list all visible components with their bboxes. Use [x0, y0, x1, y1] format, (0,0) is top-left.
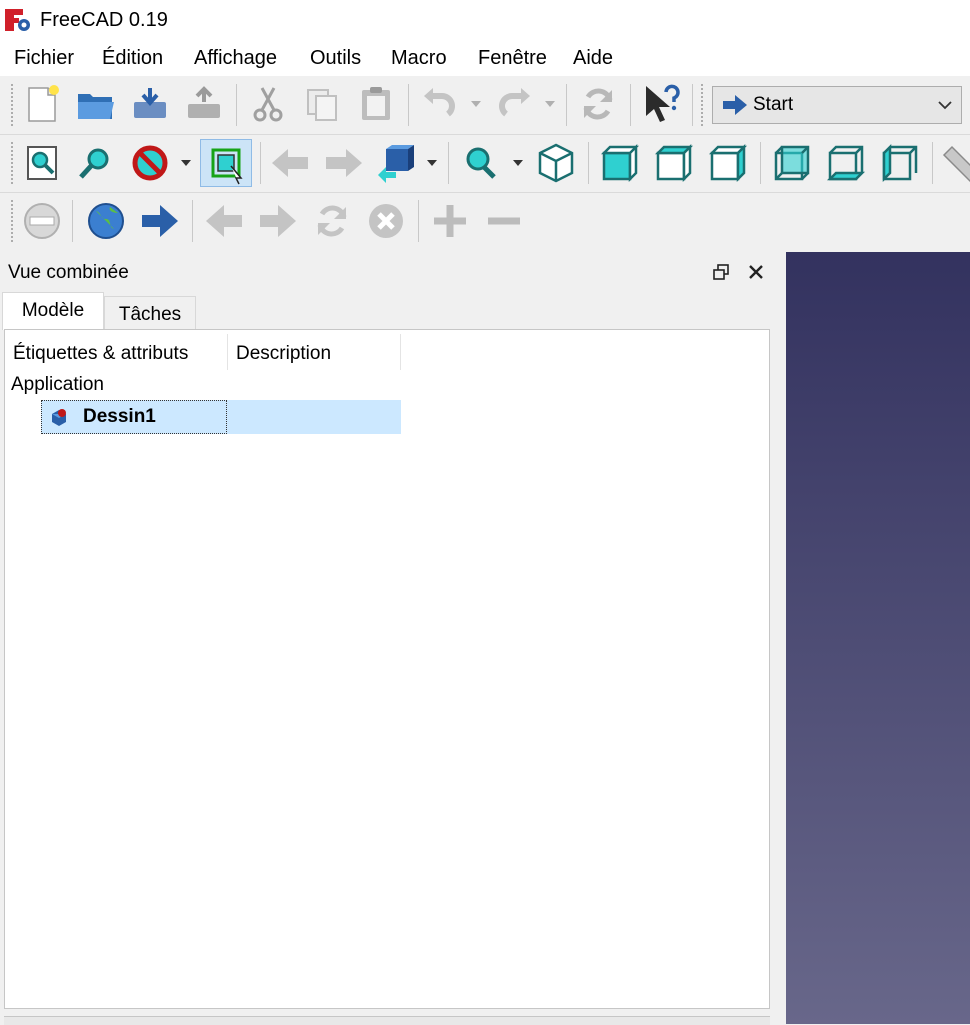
- toolbar-grip[interactable]: [10, 141, 14, 185]
- toolbar-separator: [408, 84, 409, 126]
- combo-view-tabs: Modèle Tâches: [0, 292, 778, 330]
- title-bar: FreeCAD 0.19: [0, 0, 970, 40]
- standard-views-dropdown-icon[interactable]: [426, 141, 438, 185]
- toolbar-separator: [72, 200, 73, 242]
- model-tree[interactable]: Étiquettes & attributs Description Appli…: [4, 329, 770, 1009]
- new-document-icon[interactable]: [20, 82, 64, 126]
- 3d-view-area[interactable]: [786, 252, 970, 1024]
- menu-fenetre[interactable]: Fenêtre: [476, 47, 549, 70]
- column-header-labels[interactable]: Étiquettes & attributs: [5, 334, 228, 370]
- view-bottom-icon[interactable]: [824, 141, 868, 185]
- refresh-icon[interactable]: [576, 82, 620, 126]
- view-right-icon[interactable]: [706, 141, 750, 185]
- web-stop-icon[interactable]: [364, 199, 408, 243]
- web-refresh-icon[interactable]: [310, 199, 354, 243]
- menu-outils[interactable]: Outils: [308, 47, 363, 70]
- fit-all-icon[interactable]: [20, 141, 64, 185]
- tab-label: Modèle: [21, 300, 85, 321]
- menu-fichier[interactable]: Fichier: [12, 47, 76, 70]
- combo-view-header: Vue combinée: [0, 258, 778, 288]
- float-window-icon[interactable]: [712, 263, 730, 281]
- measure-distance-icon[interactable]: [940, 141, 970, 185]
- document-label: Dessin1: [83, 406, 156, 427]
- save-icon[interactable]: [128, 82, 172, 126]
- web-forward-icon[interactable]: [256, 199, 300, 243]
- go-arrow-icon[interactable]: [138, 199, 182, 243]
- file-toolbar-row: Start: [0, 76, 970, 135]
- isometric-view-icon[interactable]: [458, 141, 502, 185]
- menu-affichage[interactable]: Affichage: [192, 47, 279, 70]
- copy-icon[interactable]: [300, 82, 344, 126]
- view-left-icon[interactable]: [878, 141, 922, 185]
- toolbar-separator: [630, 84, 631, 126]
- chevron-down-icon: [938, 101, 952, 110]
- view-top-icon[interactable]: [652, 141, 696, 185]
- tab-modele[interactable]: Modèle: [2, 292, 104, 330]
- web-back-icon[interactable]: [202, 199, 246, 243]
- column-header-description[interactable]: Description: [228, 334, 401, 370]
- toolbar-separator: [260, 142, 261, 184]
- toolbar-separator: [566, 84, 567, 126]
- fit-selection-icon[interactable]: [74, 141, 118, 185]
- zoom-out-icon[interactable]: [482, 199, 526, 243]
- view-back-icon[interactable]: [268, 141, 312, 185]
- toolbar-grip[interactable]: [10, 83, 14, 127]
- standard-views-icon[interactable]: [374, 141, 418, 185]
- arrow-right-icon: [723, 95, 747, 115]
- workbench-label: Start: [753, 94, 794, 115]
- document-icon: [52, 409, 66, 426]
- toolbar-separator: [448, 142, 449, 184]
- toolbar-separator: [760, 142, 761, 184]
- toolbar-separator: [692, 84, 693, 126]
- cut-icon[interactable]: [246, 82, 290, 126]
- redo-dropdown-icon[interactable]: [544, 82, 556, 126]
- web-globe-icon[interactable]: [84, 199, 128, 243]
- workbench-selector[interactable]: Start: [712, 86, 962, 124]
- tab-label: Tâches: [118, 304, 182, 325]
- toolbar-separator: [588, 142, 589, 184]
- undo-dropdown-icon[interactable]: [470, 82, 482, 126]
- zoom-in-icon[interactable]: [428, 199, 472, 243]
- undo-icon[interactable]: [418, 82, 462, 126]
- menu-aide[interactable]: Aide: [571, 47, 615, 70]
- whats-this-help-icon[interactable]: [640, 82, 684, 126]
- toolbar-separator: [932, 142, 933, 184]
- window-title: FreeCAD 0.19: [40, 9, 168, 31]
- freecad-logo-icon: [5, 9, 30, 31]
- open-folder-icon[interactable]: [74, 82, 118, 126]
- column-header-label: Description: [236, 343, 332, 364]
- close-icon[interactable]: [746, 262, 766, 282]
- column-header-label: Étiquettes & attributs: [13, 343, 189, 364]
- menu-macro[interactable]: Macro: [389, 47, 449, 70]
- draw-style-icon[interactable]: [128, 141, 172, 185]
- draw-style-dropdown-icon[interactable]: [180, 141, 192, 185]
- bounding-box-icon[interactable]: [200, 139, 252, 187]
- toolbar-grip[interactable]: [10, 199, 14, 243]
- toolbar-separator: [418, 200, 419, 242]
- paste-icon[interactable]: [354, 82, 398, 126]
- tab-taches[interactable]: Tâches: [104, 296, 196, 330]
- toolbar-area: Start: [0, 76, 970, 252]
- web-toolbar-row: [0, 192, 970, 250]
- toolbar-grip[interactable]: [700, 83, 704, 127]
- menu-bar: Fichier Édition Affichage Outils Macro F…: [0, 40, 970, 76]
- tree-item-document[interactable]: Dessin1: [41, 400, 401, 434]
- view-forward-icon[interactable]: [322, 141, 366, 185]
- toolbar-separator: [192, 200, 193, 242]
- view-toolbar-row: [0, 134, 970, 193]
- toolbar-separator: [236, 84, 237, 126]
- tree-item-application[interactable]: Application: [11, 374, 104, 396]
- save-as-icon[interactable]: [182, 82, 226, 126]
- view-rear-icon[interactable]: [770, 141, 814, 185]
- view-axonometric-icon[interactable]: [534, 141, 578, 185]
- combo-view-title: Vue combinée: [8, 262, 129, 283]
- panel-splitter[interactable]: [778, 252, 786, 1024]
- view-front-icon[interactable]: [598, 141, 642, 185]
- macro-record-icon[interactable]: [20, 199, 64, 243]
- menu-edition[interactable]: Édition: [100, 47, 165, 70]
- zoom-dropdown-icon[interactable]: [512, 141, 524, 185]
- redo-icon[interactable]: [492, 82, 536, 126]
